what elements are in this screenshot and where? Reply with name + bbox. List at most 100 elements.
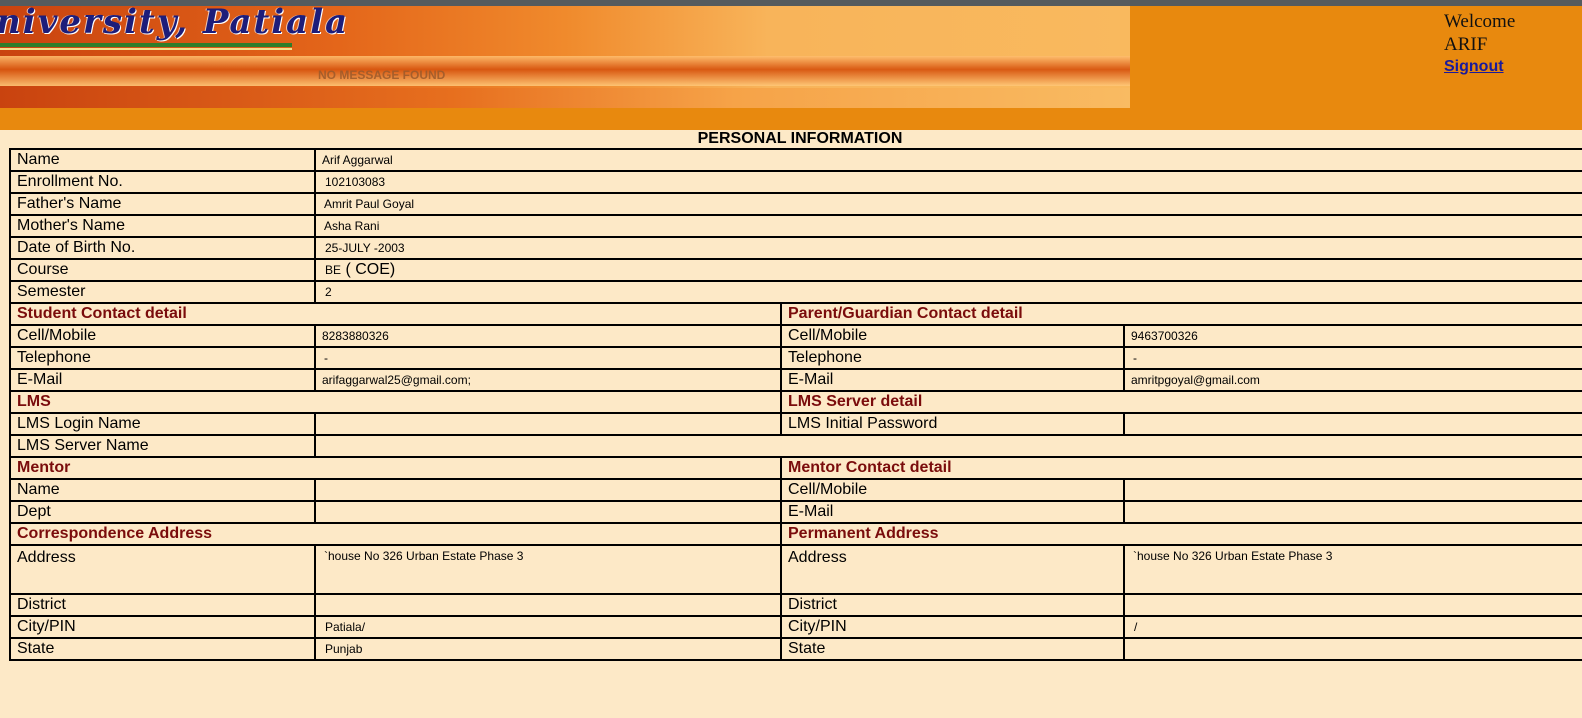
father-name-value: Amrit Paul Goyal xyxy=(314,192,1582,216)
lms-server-label: LMS Server Name xyxy=(9,434,316,458)
perm-district-label: District xyxy=(780,593,1125,617)
university-title: niversity, Patiala xyxy=(0,6,350,42)
lms-heading: LMS xyxy=(9,390,782,414)
mentor-dept-label: Dept xyxy=(9,500,316,524)
perm-city-pin-label: City/PIN xyxy=(780,615,1125,639)
lms-server-value xyxy=(314,434,1582,458)
table-row: Mother's Name Asha Rani xyxy=(9,214,1582,238)
table-row: Student Contact detail Parent/Guardian C… xyxy=(9,302,1582,326)
enrollment-value: 102103083 xyxy=(314,170,1582,194)
user-name: ARIF xyxy=(1444,34,1488,55)
banner-green-rule xyxy=(0,43,292,47)
mother-name-label: Mother's Name xyxy=(9,214,316,238)
dob-label: Date of Birth No. xyxy=(9,236,316,260)
father-name-label: Father's Name xyxy=(9,192,316,216)
table-row: District District xyxy=(9,593,1582,617)
table-row: Name Arif Aggarwal xyxy=(9,148,1582,172)
corr-address-value: `house No 326 Urban Estate Phase 3 xyxy=(314,544,782,595)
parent-cell-value: 9463700326 xyxy=(1123,324,1582,348)
course-value: BE ( COE) xyxy=(314,258,1582,282)
student-telephone-value: - xyxy=(314,346,782,370)
table-row: Cell/Mobile 8283880326 Cell/Mobile 94637… xyxy=(9,324,1582,348)
perm-city-pin-value: / xyxy=(1123,615,1582,639)
banner-lower-band xyxy=(0,88,1130,108)
table-row: Course BE ( COE) xyxy=(9,258,1582,282)
banner-band xyxy=(0,56,1130,86)
mentor-cell-label: Cell/Mobile xyxy=(780,478,1125,502)
course-degree: BE xyxy=(325,263,342,277)
lms-password-label: LMS Initial Password xyxy=(780,412,1125,436)
student-cell-value: 8283880326 xyxy=(314,324,782,348)
course-branch: ( COE) xyxy=(341,261,396,278)
table-row: E-Mail arifaggarwal25@gmail.com; E-Mail … xyxy=(9,368,1582,392)
table-row: Name Cell/Mobile xyxy=(9,478,1582,502)
university-banner: niversity, Patiala NO MESSAGE FOUND xyxy=(0,6,1130,108)
perm-address-label: Address xyxy=(780,544,1125,595)
course-label: Course xyxy=(9,258,316,282)
student-email-value: arifaggarwal25@gmail.com; xyxy=(314,368,782,392)
parent-cell-label: Cell/Mobile xyxy=(780,324,1125,348)
table-row: Enrollment No. 102103083 xyxy=(9,170,1582,194)
parent-email-label: E-Mail xyxy=(780,368,1125,392)
lms-server-heading: LMS Server detail xyxy=(780,390,1582,414)
mentor-email-label: E-Mail xyxy=(780,500,1125,524)
parent-email-value: amritpgoyal@gmail.com xyxy=(1123,368,1582,392)
parent-telephone-value: - xyxy=(1123,346,1582,370)
welcome-block: Welcome ARIF xyxy=(1444,10,1515,56)
table-row: City/PIN Patiala/ City/PIN / xyxy=(9,615,1582,639)
corr-state-value: Punjab xyxy=(314,637,782,661)
lms-login-value xyxy=(314,412,782,436)
parent-contact-heading: Parent/Guardian Contact detail xyxy=(780,302,1582,326)
personal-info-table: Name Arif Aggarwal Enrollment No. 102103… xyxy=(9,148,1582,661)
lms-password-value xyxy=(1123,412,1582,436)
lms-login-label: LMS Login Name xyxy=(9,412,316,436)
mentor-email-value xyxy=(1123,500,1582,524)
page-title: PERSONAL INFORMATION xyxy=(697,130,903,147)
student-contact-heading: Student Contact detail xyxy=(9,302,782,326)
student-email-label: E-Mail xyxy=(9,368,316,392)
semester-label: Semester xyxy=(9,280,316,304)
dob-value: 25-JULY -2003 xyxy=(314,236,1582,260)
welcome-text: Welcome xyxy=(1444,11,1516,32)
page-header: niversity, Patiala NO MESSAGE FOUND Welc… xyxy=(0,6,1582,130)
parent-telephone-label: Telephone xyxy=(780,346,1125,370)
table-row: State Punjab State xyxy=(9,637,1582,661)
table-row: Semester 2 xyxy=(9,280,1582,304)
student-telephone-label: Telephone xyxy=(9,346,316,370)
student-cell-label: Cell/Mobile xyxy=(9,324,316,348)
mentor-contact-heading: Mentor Contact detail xyxy=(780,456,1582,480)
table-row: Date of Birth No. 25-JULY -2003 xyxy=(9,236,1582,260)
permanent-address-heading: Permanent Address xyxy=(780,522,1582,546)
corr-district-label: District xyxy=(9,593,316,617)
table-row: Telephone - Telephone - xyxy=(9,346,1582,370)
table-row: Mentor Mentor Contact detail xyxy=(9,456,1582,480)
table-row: Dept E-Mail xyxy=(9,500,1582,524)
mentor-name-value xyxy=(314,478,782,502)
perm-state-label: State xyxy=(780,637,1125,661)
mentor-dept-value xyxy=(314,500,782,524)
mentor-cell-value xyxy=(1123,478,1582,502)
corr-state-label: State xyxy=(9,637,316,661)
mother-name-value: Asha Rani xyxy=(314,214,1582,238)
perm-state-value xyxy=(1123,637,1582,661)
correspondence-address-heading: Correspondence Address xyxy=(9,522,782,546)
table-row: LMS Login Name LMS Initial Password xyxy=(9,412,1582,436)
enrollment-label: Enrollment No. xyxy=(9,170,316,194)
table-row: LMS LMS Server detail xyxy=(9,390,1582,414)
perm-address-value: `house No 326 Urban Estate Phase 3 xyxy=(1123,544,1582,595)
table-row: Father's Name Amrit Paul Goyal xyxy=(9,192,1582,216)
mentor-name-label: Name xyxy=(9,478,316,502)
corr-district-value xyxy=(314,593,782,617)
corr-city-pin-label: City/PIN xyxy=(9,615,316,639)
table-row: LMS Server Name xyxy=(9,434,1582,458)
signout-link[interactable]: Signout xyxy=(1444,58,1504,76)
name-label: Name xyxy=(9,148,316,172)
corr-city-pin-value: Patiala/ xyxy=(314,615,782,639)
mentor-heading: Mentor xyxy=(9,456,782,480)
banner-gold-rule xyxy=(0,48,292,50)
semester-value: 2 xyxy=(314,280,1582,304)
status-message: NO MESSAGE FOUND xyxy=(318,68,446,82)
corr-address-label: Address xyxy=(9,544,316,595)
table-row: Address `house No 326 Urban Estate Phase… xyxy=(9,544,1582,595)
table-row: Correspondence Address Permanent Address xyxy=(9,522,1582,546)
